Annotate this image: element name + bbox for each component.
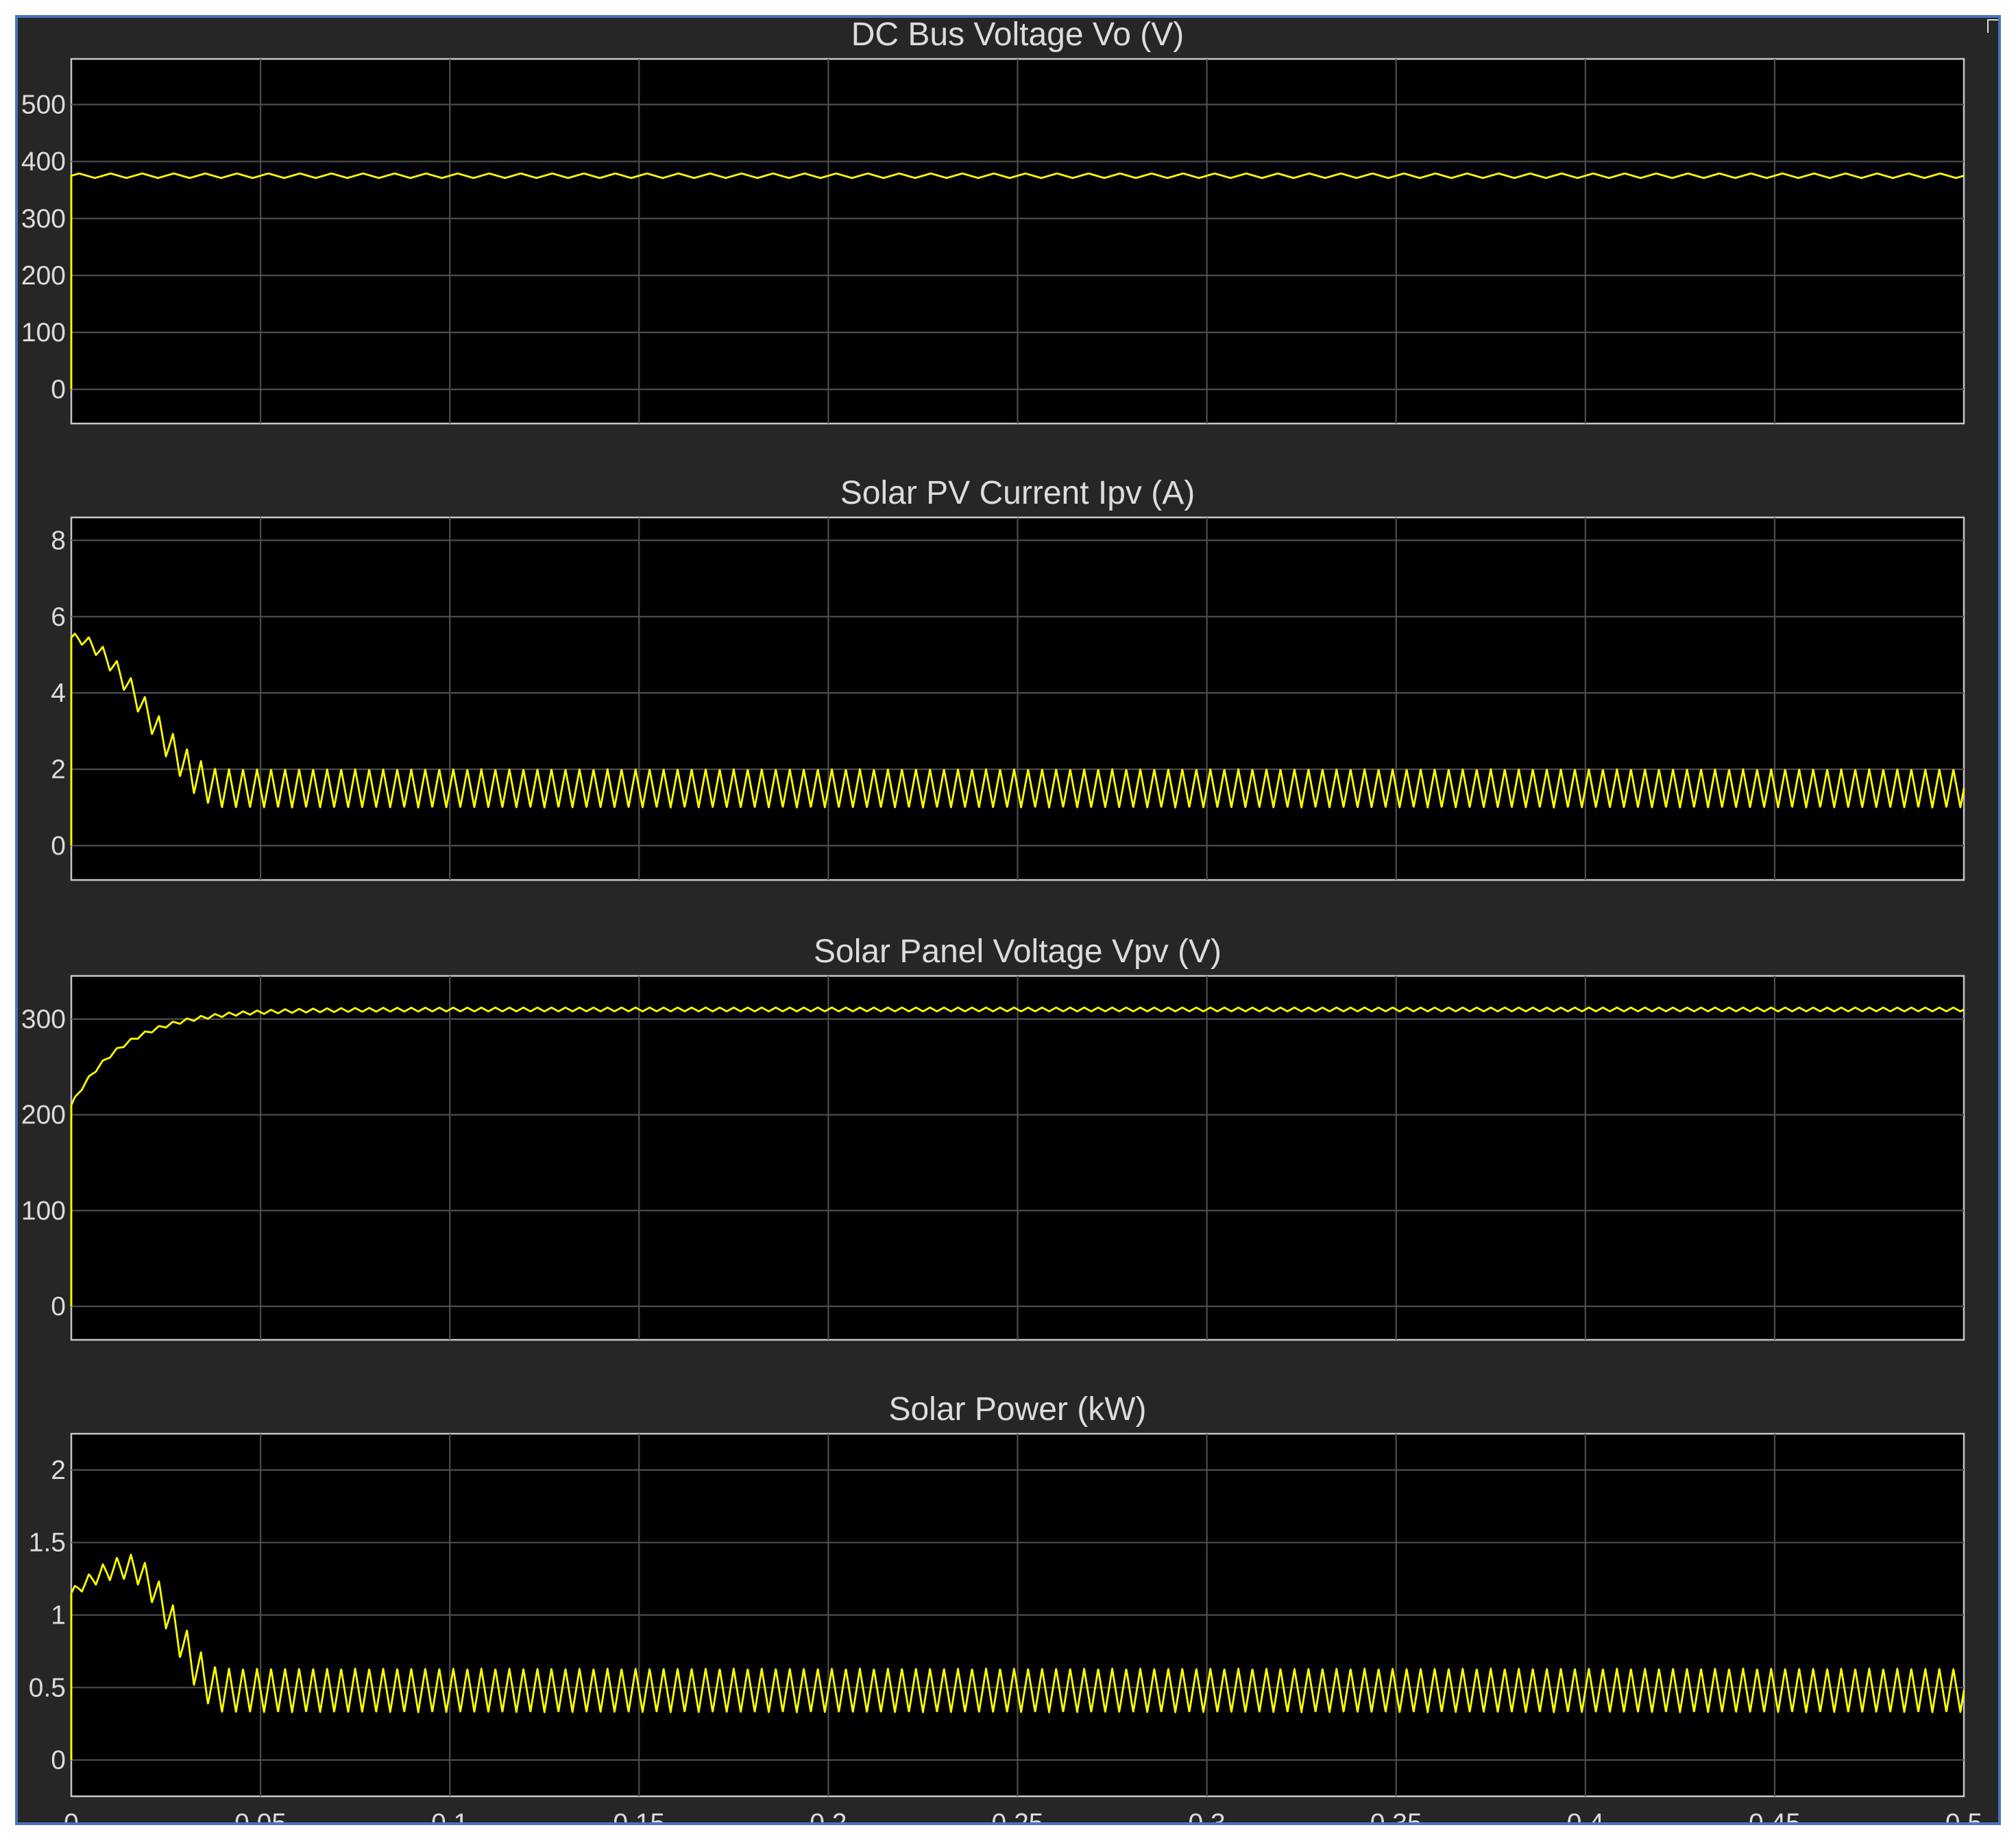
y-tick-label: 300 bbox=[21, 1005, 66, 1034]
x-tick-label: 0.45 bbox=[1749, 1809, 1801, 1822]
y-tick-label: 2 bbox=[51, 1456, 66, 1485]
y-tick-label: 200 bbox=[21, 261, 66, 291]
subplot-title: Solar Panel Voltage Vpv (V) bbox=[814, 933, 1222, 970]
subplot-1: 0 100 200 300 400 500 DC Bus Voltage Vo (V) bbox=[21, 18, 1965, 425]
y-tick-label: 8 bbox=[51, 526, 66, 555]
scope-display: 0100200300400500DC Bus Voltage Vo (V)024… bbox=[21, 18, 1982, 1822]
y-tick-label: 200 bbox=[21, 1101, 66, 1130]
scope-window: 0 100 200 300 400 500 DC Bus Voltage Vo (V) 0 2 4… bbox=[15, 15, 2001, 1825]
x-tick-label: 0 bbox=[64, 1809, 79, 1822]
x-tick-label: 0.4 bbox=[1567, 1809, 1604, 1822]
x-tick-label: 0.3 bbox=[1188, 1809, 1225, 1822]
x-tick-label: 0.15 bbox=[613, 1809, 665, 1822]
subplot-title: Solar Power (kW) bbox=[888, 1391, 1146, 1428]
x-tick-label: 0.05 bbox=[234, 1809, 287, 1822]
x-tick-label: 0.1 bbox=[431, 1809, 468, 1822]
y-tick-label: 500 bbox=[21, 90, 66, 120]
y-tick-label: 0 bbox=[51, 831, 66, 861]
y-tick-label: 0 bbox=[51, 1746, 66, 1775]
y-tick-label: 6 bbox=[51, 602, 66, 632]
x-tick-label: 0.5 bbox=[1945, 1809, 1982, 1822]
y-tick-label: 0 bbox=[51, 375, 66, 404]
subplot-2: 0 2 4 6 8 Solar PV Current Ipv (A) bbox=[51, 475, 1965, 881]
y-tick-label: 0.5 bbox=[29, 1673, 66, 1702]
subplot-title: Solar PV Current Ipv (A) bbox=[840, 475, 1195, 511]
subplot-3: 0 100 200 300 Solar Panel Voltage Vpv (V) bbox=[21, 933, 1965, 1341]
subplot-title: DC Bus Voltage Vo (V) bbox=[851, 18, 1185, 53]
restore-icon[interactable] bbox=[1987, 19, 1998, 33]
x-tick-label: 0.25 bbox=[992, 1809, 1044, 1822]
y-tick-label: 1 bbox=[51, 1601, 66, 1630]
y-tick-label: 100 bbox=[21, 318, 66, 347]
y-tick-label: 4 bbox=[51, 678, 66, 708]
subplot-4: 0 0.5 1 1.5 2 Solar Power (kW) 0 0.05 0.1 0.15 0.2… bbox=[29, 1391, 1982, 1822]
x-tick-label: 0.2 bbox=[810, 1809, 847, 1822]
y-tick-label: 400 bbox=[21, 147, 66, 177]
y-tick-label: 0 bbox=[51, 1292, 66, 1321]
y-tick-label: 1.5 bbox=[29, 1528, 66, 1558]
y-tick-label: 2 bbox=[51, 755, 66, 785]
y-tick-label: 100 bbox=[21, 1196, 66, 1225]
y-tick-label: 300 bbox=[21, 204, 66, 234]
x-tick-label: 0.35 bbox=[1370, 1809, 1422, 1822]
